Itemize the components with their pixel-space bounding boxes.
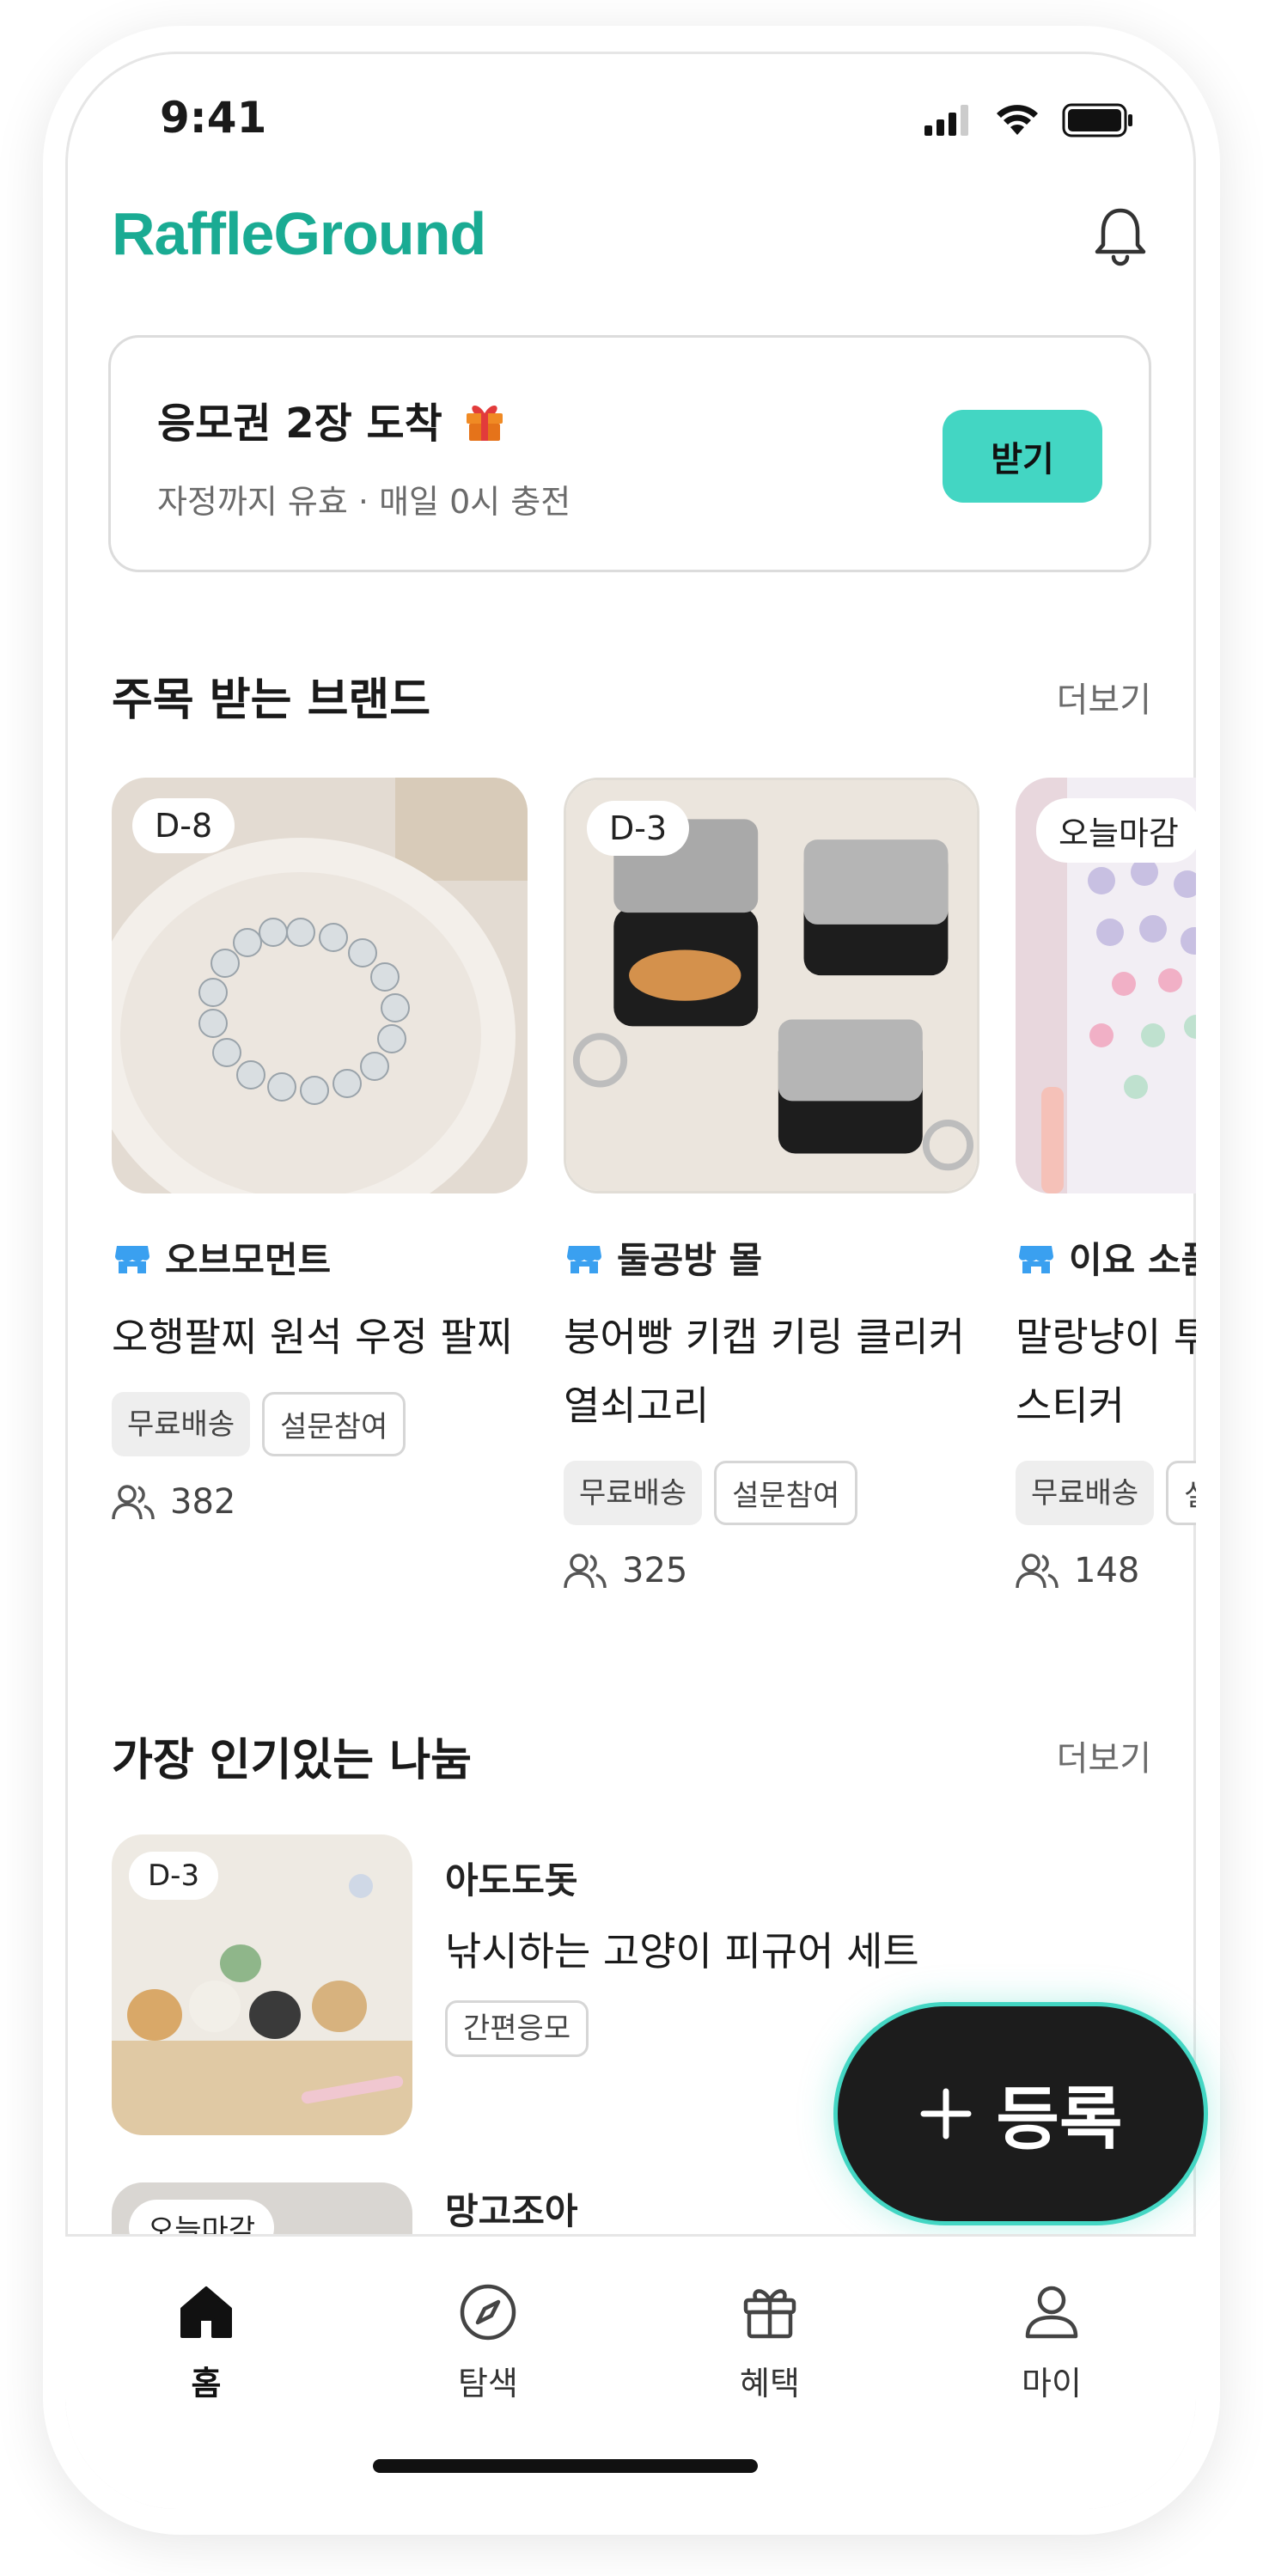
product-image: 오늘마감 xyxy=(112,2182,412,2234)
gift-icon xyxy=(743,2289,796,2339)
product-title: 말랑냥이 투명 폰꾸 다꾸 스티커 xyxy=(1016,1314,1196,1429)
product-card[interactable]: D-3 둘공방 몰 붕어빵 키캡 키링 클리커 열쇠고리 무료배송 설문참여 3… xyxy=(564,778,979,1590)
nav-my[interactable]: 마이 xyxy=(983,2280,1120,2404)
nav-explore[interactable]: 탐색 xyxy=(419,2280,557,2404)
tag-list: 무료배송 설문참여 xyxy=(1016,1461,1196,1525)
status-icons xyxy=(924,103,1134,137)
home-icon xyxy=(180,2286,232,2338)
tag-easy-entry: 간편응모 xyxy=(445,2000,589,2057)
participant-count: 382 xyxy=(112,1482,528,1522)
tag-list: 무료배송 설문참여 xyxy=(112,1392,528,1456)
bell-icon[interactable] xyxy=(1086,202,1155,271)
tag-list: 간편응모 xyxy=(445,2000,589,2057)
product-card[interactable]: D-8 오브모먼트 오행팔찌 원석 우정 팔찌 무료배송 설문참여 382 xyxy=(112,778,528,1522)
brand-name: 둘공방 몰 xyxy=(617,1239,763,1281)
brand-name: 망고조아 xyxy=(445,2190,578,2232)
tag-free-shipping: 무료배송 xyxy=(1016,1461,1155,1525)
nav-home[interactable]: 홈 xyxy=(137,2280,275,2404)
featured-section-title: 주목 받는 브랜드 xyxy=(112,675,431,726)
users-icon xyxy=(1016,1554,1059,1589)
tag-list: 무료배송 설문참여 xyxy=(564,1461,979,1525)
deadline-badge: D-8 xyxy=(132,798,235,853)
tag-survey: 설문참여 xyxy=(714,1461,858,1525)
ticket-subtitle: 자정까지 유효 · 매일 0시 충전 xyxy=(157,483,571,521)
tag-free-shipping: 무료배송 xyxy=(564,1461,703,1525)
user-icon xyxy=(1025,2286,1078,2339)
status-time: 9:41 xyxy=(160,93,267,143)
product-title: 낚시하는 고양이 피규어 세트 xyxy=(445,1928,919,1975)
home-indicator xyxy=(373,2459,758,2473)
participant-count: 325 xyxy=(564,1551,979,1590)
brand-name: 이요 소품 xyxy=(1069,1239,1196,1281)
deadline-badge: 오늘마감 xyxy=(1036,798,1196,863)
brand-row: 이요 소품 xyxy=(1016,1231,1196,1284)
fab-label: 등록 xyxy=(996,2079,1123,2159)
store-icon xyxy=(567,1245,601,1273)
gift-icon xyxy=(466,405,503,441)
compass-icon xyxy=(460,2284,516,2341)
tag-survey: 설문참여 xyxy=(1166,1461,1196,1525)
wifi-icon xyxy=(997,105,1038,135)
popular-more-link[interactable]: 더보기 xyxy=(1057,1731,1151,1780)
product-title: 오행팔찌 원석 우정 팔찌 xyxy=(112,1314,514,1360)
store-icon xyxy=(115,1245,149,1273)
ticket-title: 응모권 2장 도착 xyxy=(157,389,507,449)
product-card[interactable]: 오늘마감 이요 소품 말랑냥이 투명 폰꾸 다꾸 스티커 무료배송 설문참여 1… xyxy=(1016,778,1196,1590)
deadline-badge: 오늘마감 xyxy=(129,2200,275,2234)
participant-count: 148 xyxy=(1016,1551,1196,1590)
product-image-bracelet: D-8 xyxy=(112,778,528,1193)
deadline-badge: D-3 xyxy=(587,801,690,856)
product-title: 붕어빵 키캡 키링 클리커 열쇠고리 xyxy=(564,1314,966,1429)
tag-free-shipping: 무료배송 xyxy=(112,1392,251,1456)
brand-name: 아도도돗 xyxy=(445,1859,578,1901)
deadline-badge: D-3 xyxy=(129,1852,219,1900)
featured-more-link[interactable]: 더보기 xyxy=(1057,672,1151,722)
store-icon xyxy=(1019,1245,1053,1273)
brand-row: 오브모먼트 xyxy=(112,1231,528,1284)
app-logo: RaffleGround xyxy=(112,200,486,267)
brand-name: 오브모먼트 xyxy=(165,1239,332,1281)
featured-carousel[interactable]: D-8 오브모먼트 오행팔찌 원석 우정 팔찌 무료배송 설문참여 382 D-… xyxy=(112,778,1196,1654)
product-image-stickers: 오늘마감 xyxy=(1016,778,1196,1193)
battery-icon xyxy=(1062,103,1132,137)
nav-benefits[interactable]: 혜택 xyxy=(701,2280,839,2404)
claim-button[interactable]: 받기 xyxy=(943,410,1102,503)
popular-section-title: 가장 인기있는 나눔 xyxy=(112,1735,472,1786)
product-image-cat-figures: D-3 xyxy=(112,1834,412,2135)
plus-icon xyxy=(920,2088,972,2140)
register-fab[interactable]: 등록 xyxy=(833,2002,1208,2225)
signal-icon xyxy=(924,105,968,136)
brand-row: 둘공방 몰 xyxy=(564,1231,979,1284)
users-icon xyxy=(112,1485,155,1520)
product-image-keycap: D-3 xyxy=(564,778,979,1193)
tag-survey: 설문참여 xyxy=(262,1392,406,1456)
ticket-card: 응모권 2장 도착 자정까지 유효 · 매일 0시 충전 받기 xyxy=(108,335,1151,572)
users-icon xyxy=(564,1554,607,1589)
